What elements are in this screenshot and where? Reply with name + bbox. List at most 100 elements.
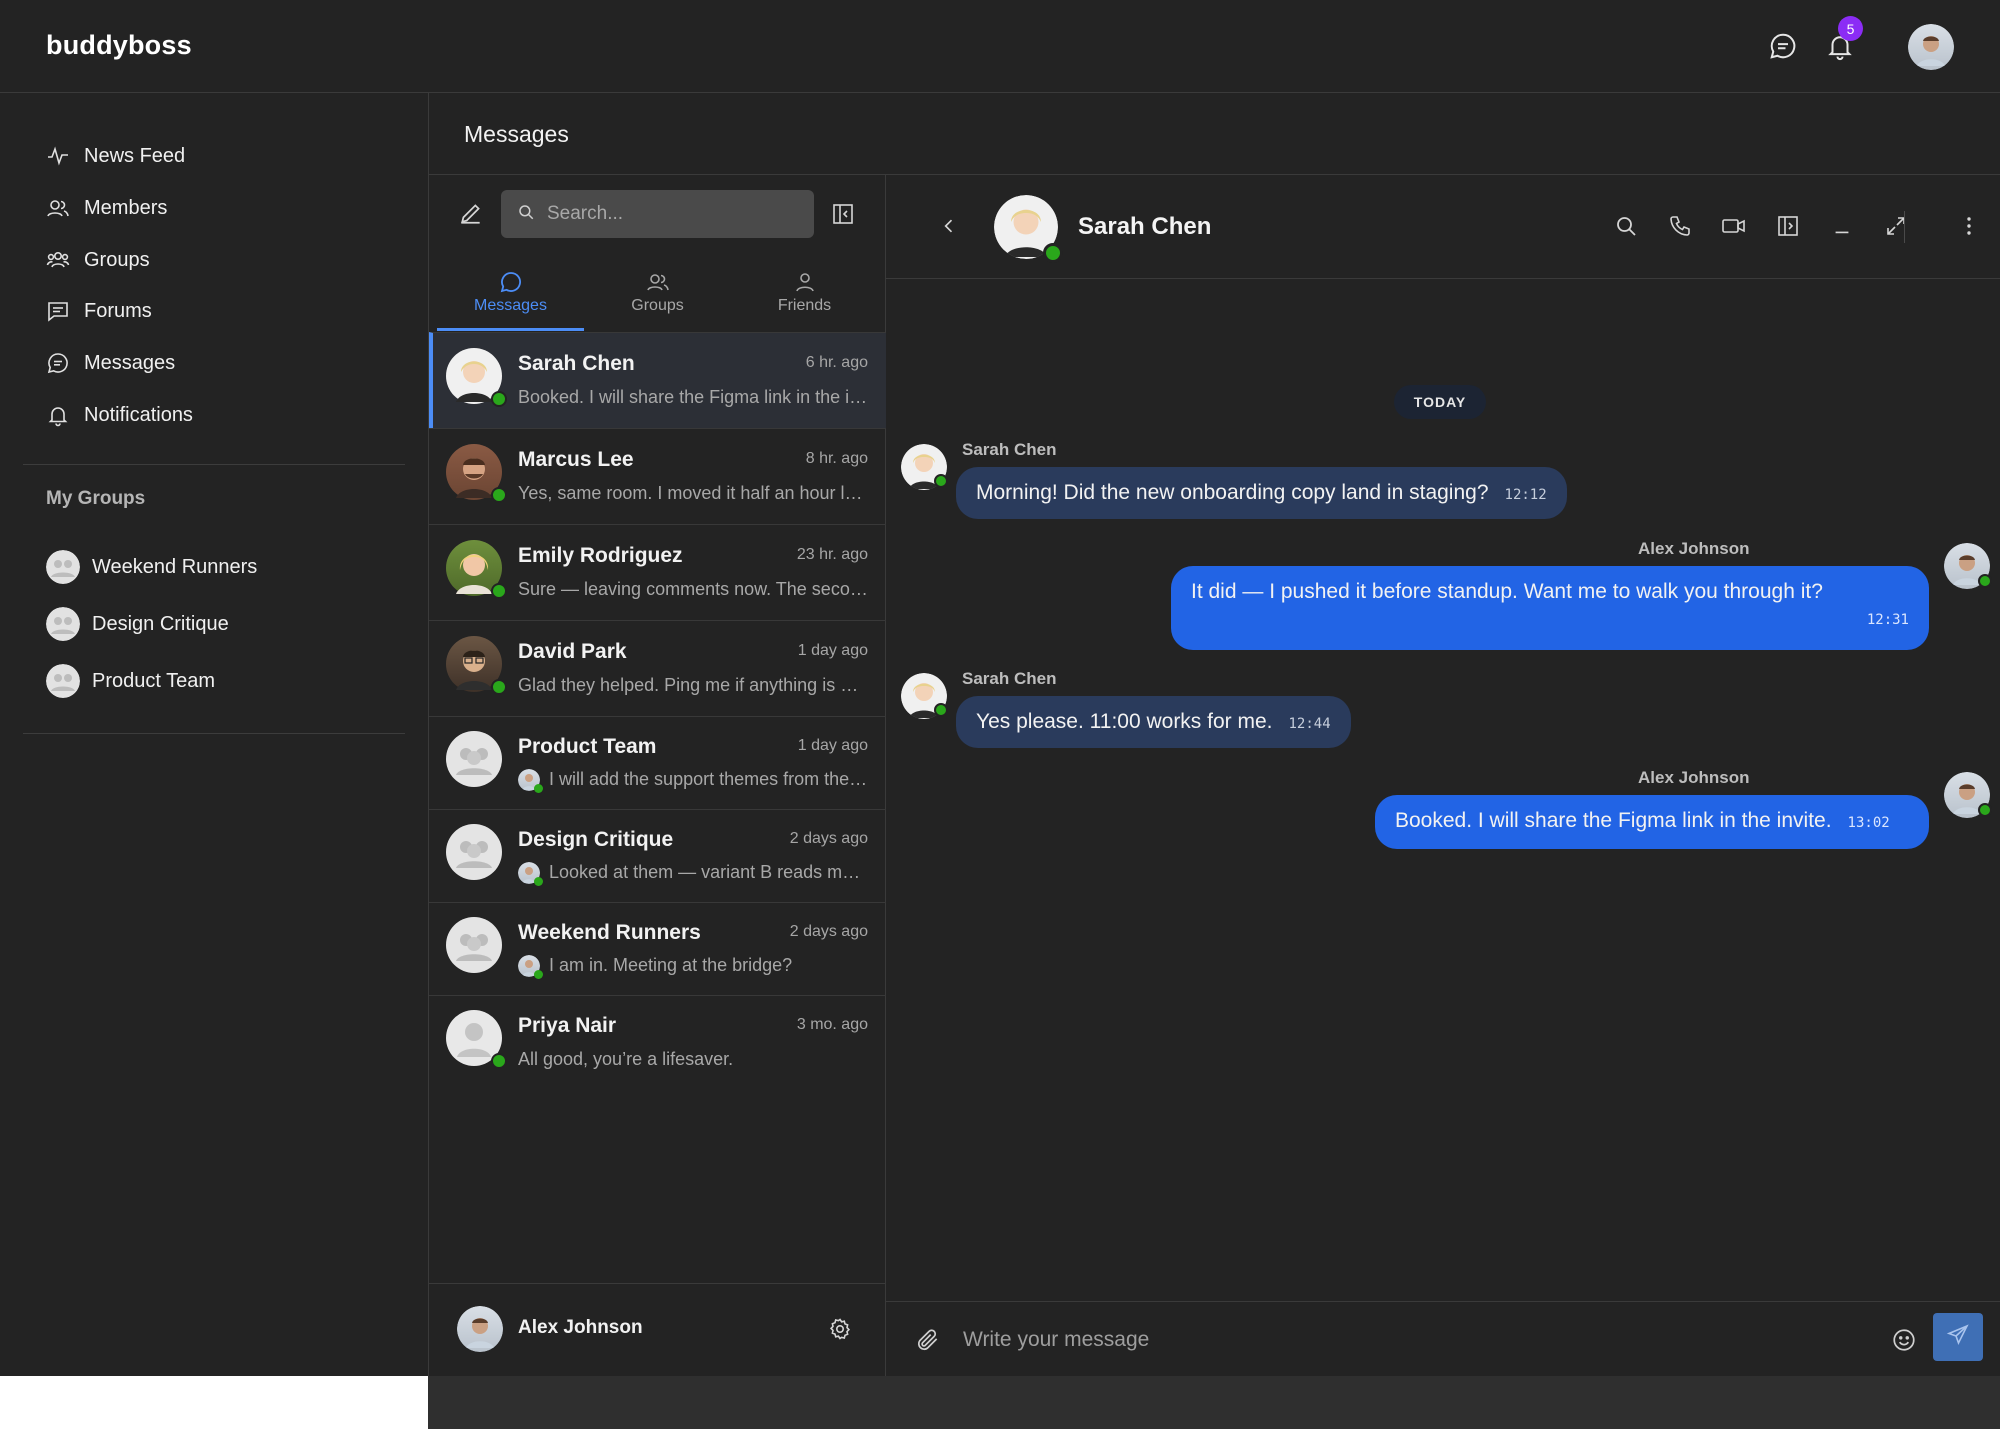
online-indicator — [934, 474, 948, 488]
nav-messages[interactable]: Messages — [46, 345, 175, 381]
my-groups-title: My Groups — [46, 488, 146, 509]
conversation-item[interactable]: Sarah Chen 6 hr. ago Booked. I will shar… — [429, 332, 886, 428]
page-title: Messages — [464, 121, 569, 147]
groups-icon — [46, 248, 70, 272]
group-avatar-icon — [446, 917, 502, 973]
conversation-preview: Glad they helped. Ping me if anything is… — [518, 675, 868, 695]
tab-label: Messages — [474, 297, 547, 314]
conversation-item[interactable]: Marcus Lee 8 hr. ago Yes, same room. I m… — [429, 428, 886, 524]
conversation-preview: Looked at them — variant B reads much cl… — [549, 862, 869, 882]
chat-contact-name[interactable]: Sarah Chen — [1078, 213, 1211, 241]
conversation-item[interactable]: David Park 1 day ago Glad they helped. P… — [429, 620, 886, 716]
search-input[interactable] — [547, 203, 787, 225]
group-avatar-icon — [446, 731, 502, 787]
conversation-name: Priya Nair — [518, 1014, 617, 1037]
sidebar-group-product-team[interactable]: Product Team — [46, 663, 215, 699]
top-bar: buddyboss 5 — [0, 0, 2000, 93]
online-indicator — [534, 877, 543, 886]
conversation-time: 6 hr. ago — [805, 354, 868, 371]
message-input[interactable] — [963, 1320, 1863, 1360]
conversation-time: 8 hr. ago — [805, 450, 868, 467]
message-sender: Sarah Chen — [962, 440, 1057, 459]
conversation-name: David Park — [518, 640, 627, 663]
conversation-name: Design Critique — [518, 828, 674, 851]
conversation-name: Marcus Lee — [518, 448, 634, 471]
chat-panel: Sarah Chen TODAY Sarah Chen Morning! Did… — [886, 175, 2000, 1376]
paperclip-icon[interactable] — [914, 1326, 942, 1354]
message-text: Morning! Did the new onboarding copy lan… — [976, 481, 1489, 504]
group-avatar-icon — [446, 824, 502, 880]
conversation-item[interactable]: Emily Rodriguez 23 hr. ago Sure — leavin… — [429, 524, 886, 620]
tab-messages[interactable]: Messages — [437, 263, 584, 331]
tab-friends[interactable]: Friends — [731, 263, 878, 331]
online-indicator — [491, 1053, 507, 1069]
left-sidebar: News Feed Members Groups Forums Messages… — [0, 93, 428, 1376]
more-options-icon[interactable] — [1954, 211, 1984, 241]
conversation-preview: Booked. I will share the Figma link in t… — [518, 387, 868, 407]
conversation-name: Product Team — [518, 735, 657, 758]
online-indicator — [1978, 574, 1992, 588]
conversation-preview: I am in. Meeting at the bridge? — [549, 955, 793, 975]
group-label: Product Team — [92, 669, 216, 692]
user-icon — [793, 269, 817, 295]
expand-icon[interactable] — [1881, 211, 1911, 241]
nav-groups[interactable]: Groups — [46, 242, 150, 278]
message-bubble: Morning! Did the new onboarding copy lan… — [956, 467, 1567, 519]
message-time: 12:12 — [1504, 487, 1547, 503]
site-logo[interactable]: buddyboss — [46, 30, 192, 61]
nav-label: Forums — [84, 299, 152, 322]
back-arrow-icon[interactable] — [936, 213, 962, 239]
message-time: 12:44 — [1288, 716, 1331, 732]
messages-main: Messages Messages Groups Friends — [428, 93, 2000, 1376]
bell-icon — [46, 403, 70, 427]
message-bubble: Booked. I will share the Figma link in t… — [1375, 795, 1929, 849]
nav-label: Notifications — [84, 403, 193, 426]
messages-icon[interactable] — [1766, 29, 1800, 63]
gear-icon[interactable] — [827, 1316, 853, 1342]
emoji-icon[interactable] — [1890, 1326, 1918, 1354]
collapse-panel-icon[interactable] — [830, 201, 856, 227]
message-sender: Alex Johnson — [1638, 768, 1750, 787]
group-label: Weekend Runners — [92, 555, 258, 578]
conversation-name: Sarah Chen — [518, 352, 635, 375]
send-button[interactable] — [1933, 1313, 1983, 1361]
tab-groups[interactable]: Groups — [584, 263, 731, 331]
conversation-time: 2 days ago — [789, 923, 868, 940]
nav-members[interactable]: Members — [46, 190, 167, 226]
compose-icon[interactable] — [457, 199, 485, 227]
minimize-icon[interactable] — [1827, 211, 1857, 241]
search-icon[interactable] — [1611, 211, 1641, 241]
sidebar-group-design-critique[interactable]: Design Critique — [46, 606, 229, 642]
video-camera-icon[interactable] — [1719, 211, 1749, 241]
current-user-name: Alex Johnson — [518, 1317, 643, 1338]
message-composer — [886, 1301, 2000, 1376]
message-text: Yes please. 11:00 works for me. — [976, 710, 1273, 733]
conversation-item[interactable]: Product Team 1 day ago I will add the su… — [429, 716, 886, 809]
search-box[interactable] — [501, 190, 814, 238]
conversation-item[interactable]: Design Critique 2 days ago Looked at the… — [429, 809, 886, 902]
nav-label: News Feed — [84, 144, 186, 167]
nav-news-feed[interactable]: News Feed — [46, 138, 185, 174]
message-time: 13:02 — [1847, 815, 1890, 831]
activity-icon — [46, 144, 70, 168]
conversation-item[interactable]: Weekend Runners 2 days ago I am in. Meet… — [429, 902, 886, 995]
nav-notifications[interactable]: Notifications — [46, 397, 193, 433]
conversation-list-panel: Messages Groups Friends Sarah Chen 6 hr.… — [429, 175, 886, 1376]
user-avatar[interactable] — [1908, 24, 1954, 70]
notification-badge: 5 — [1838, 16, 1863, 41]
message-tabs: Messages Groups Friends — [437, 263, 877, 331]
online-indicator — [934, 703, 948, 717]
side-panel-icon[interactable] — [1773, 211, 1803, 241]
nav-forums[interactable]: Forums — [46, 293, 152, 329]
phone-icon[interactable] — [1665, 211, 1695, 241]
group-label: Design Critique — [92, 612, 229, 635]
online-indicator — [1978, 803, 1992, 817]
messages-icon — [46, 351, 70, 375]
bottom-strip — [428, 1376, 2000, 1429]
header-divider — [1904, 211, 1905, 243]
conversation-time: 3 mo. ago — [796, 1016, 868, 1033]
avatar[interactable] — [457, 1306, 503, 1352]
online-indicator — [491, 583, 507, 599]
sidebar-group-weekend-runners[interactable]: Weekend Runners — [46, 549, 257, 585]
conversation-item[interactable]: Priya Nair 3 mo. ago All good, you’re a … — [429, 995, 886, 1088]
